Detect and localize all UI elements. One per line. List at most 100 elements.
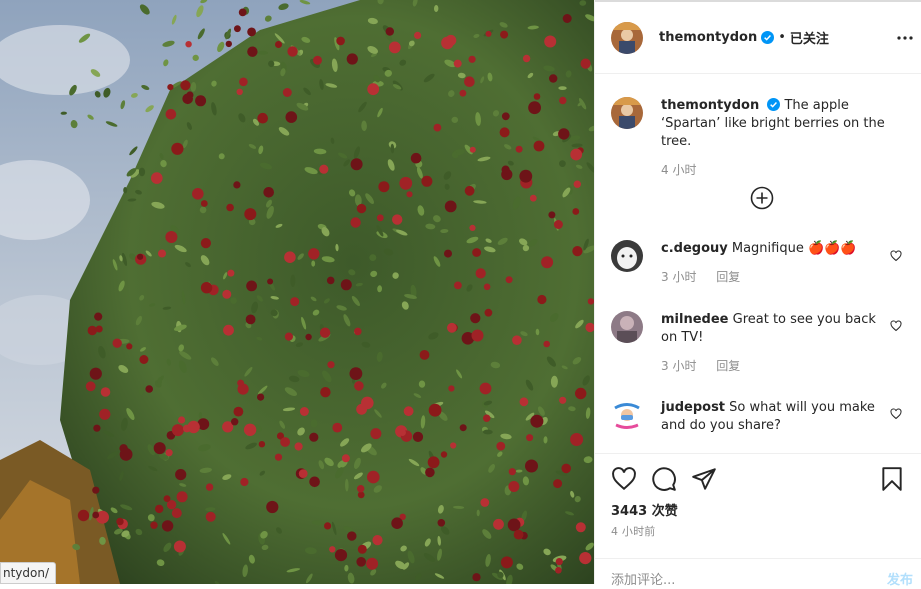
like-comment-heart-icon[interactable] <box>890 250 902 262</box>
apple-shape <box>555 567 562 574</box>
avatar[interactable] <box>611 97 643 129</box>
apple-shape <box>572 246 583 257</box>
apple-shape <box>167 84 174 91</box>
load-more-comments-icon[interactable] <box>750 186 774 210</box>
avatar[interactable] <box>611 21 643 54</box>
apple-shape <box>464 76 475 87</box>
apple-shape <box>192 188 204 200</box>
apple-shape <box>519 169 533 183</box>
following-button[interactable]: 已关注 <box>790 28 829 47</box>
apple-shape <box>558 128 570 140</box>
like-count[interactable]: 3443 次赞 <box>611 500 678 519</box>
apple-shape <box>236 88 243 96</box>
caption-username[interactable]: themontydon <box>661 98 759 113</box>
apple-shape <box>222 289 232 299</box>
comment-username[interactable]: judepost <box>661 400 725 415</box>
apple-shape <box>444 249 452 258</box>
apple-shape <box>200 238 211 249</box>
avatar[interactable] <box>611 240 643 272</box>
avatar-image <box>611 311 643 343</box>
comment-username[interactable]: c.degouy <box>661 241 728 256</box>
caption-time[interactable]: 4 小时 <box>661 163 696 177</box>
apple-shape <box>553 479 563 489</box>
reply-button[interactable]: 回复 <box>716 270 740 284</box>
apple-shape <box>555 558 563 566</box>
apple-shape <box>459 424 467 432</box>
avatar[interactable] <box>611 311 643 343</box>
apple-shape <box>275 41 282 48</box>
post-comment-button[interactable]: 发布 <box>887 569 913 588</box>
apple-shape <box>173 540 186 553</box>
apple-shape <box>472 573 481 582</box>
apple-shape <box>246 280 257 292</box>
apple-shape <box>541 256 554 269</box>
apple-shape <box>500 556 513 569</box>
apple-shape <box>225 40 232 48</box>
apple-shape <box>579 552 592 565</box>
apple-shape <box>470 313 481 324</box>
separator-dot: • <box>778 30 786 45</box>
apple-shape <box>464 185 475 196</box>
apple-shape <box>137 253 144 260</box>
apple-shape <box>171 142 184 155</box>
apple-shape <box>445 34 457 46</box>
apple-shape <box>468 55 476 63</box>
apple-shape <box>399 429 406 436</box>
post-photo[interactable]: ntydon/ <box>0 0 594 584</box>
share-paper-plane-icon[interactable] <box>691 466 717 492</box>
add-comment-input[interactable]: 添加评论... <box>611 569 675 588</box>
apple-shape <box>329 546 336 553</box>
apple-shape <box>237 379 245 387</box>
comment-username[interactable]: milnedee <box>661 312 728 327</box>
apple-shape <box>257 112 269 124</box>
apple-shape <box>150 521 158 529</box>
apple-shape <box>356 203 367 214</box>
apple-shape <box>570 148 583 161</box>
apple-shape <box>378 181 390 193</box>
post-time[interactable]: 4 小时前 <box>611 523 656 539</box>
apple-shape <box>284 251 296 263</box>
apple-shape <box>528 101 541 115</box>
apple-shape <box>501 112 510 121</box>
apple-shape <box>284 332 293 341</box>
apple-shape <box>479 382 492 395</box>
apple-shape <box>493 518 504 530</box>
apple-shape <box>309 476 320 488</box>
reply-button[interactable]: 回复 <box>716 359 740 373</box>
like-heart-icon[interactable] <box>611 466 637 492</box>
apple-shape <box>175 469 187 481</box>
more-options-icon[interactable] <box>897 30 913 46</box>
apple-shape <box>508 481 520 492</box>
apple-shape <box>450 442 457 449</box>
apple-shape <box>357 485 365 493</box>
comment-time[interactable]: 3 小时 <box>661 270 696 284</box>
apple-shape <box>403 406 414 417</box>
comment-time[interactable]: 3 小时 <box>661 359 696 373</box>
apple-shape <box>483 283 491 291</box>
comment-item: c.degouy Magnifique 🍎🍎🍎 3 小时 回复 <box>611 240 911 286</box>
save-bookmark-icon[interactable] <box>879 466 905 492</box>
like-comment-heart-icon[interactable] <box>890 408 902 420</box>
apple-shape <box>234 25 241 33</box>
comment-bubble-icon[interactable] <box>651 466 677 492</box>
apple-shape <box>437 519 446 527</box>
avatar[interactable] <box>611 399 643 431</box>
apple-shape <box>238 8 247 17</box>
apple-shape <box>406 191 413 198</box>
apple-shape <box>327 361 335 369</box>
avatar-image <box>611 21 643 54</box>
apple-shape <box>308 248 320 260</box>
apple-shape <box>319 327 331 338</box>
apple-shape <box>459 89 467 97</box>
apple-shape <box>247 27 256 37</box>
apple-shape <box>427 456 440 469</box>
post-actions: 3443 次赞 4 小时前 添加评论... 发布 <box>595 453 921 588</box>
like-comment-heart-icon[interactable] <box>890 320 902 332</box>
verified-badge-icon <box>761 31 775 44</box>
apple-shape <box>139 355 149 364</box>
post-header: themontydon • 已关注 <box>595 2 921 74</box>
post-author-username[interactable]: themontydon <box>659 30 757 45</box>
apple-shape <box>299 407 309 416</box>
apple-shape <box>326 276 335 285</box>
apple-shape <box>570 433 584 446</box>
